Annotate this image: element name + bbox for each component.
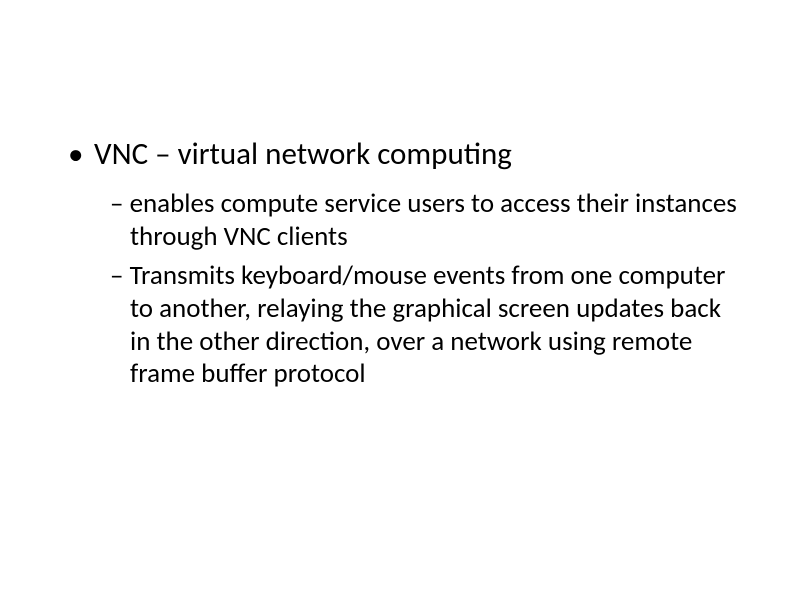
sub-bullet-text: enables compute service users to access … — [130, 187, 737, 253]
slide-body: • VNC – virtual network computing – enab… — [0, 0, 800, 600]
bullet-marker: • — [68, 135, 83, 174]
bullet-text: VNC – virtual network computing — [94, 135, 512, 173]
bullet-level2: – enables compute service users to acces… — [60, 188, 740, 254]
bullet-level1: • VNC – virtual network computing — [60, 135, 740, 174]
dash-marker: – — [110, 259, 123, 292]
sub-bullet-text: Transmits keyboard/mouse events from one… — [130, 259, 726, 391]
bullet-level2: – Transmits keyboard/mouse events from o… — [60, 260, 740, 392]
dash-marker: – — [110, 187, 123, 220]
